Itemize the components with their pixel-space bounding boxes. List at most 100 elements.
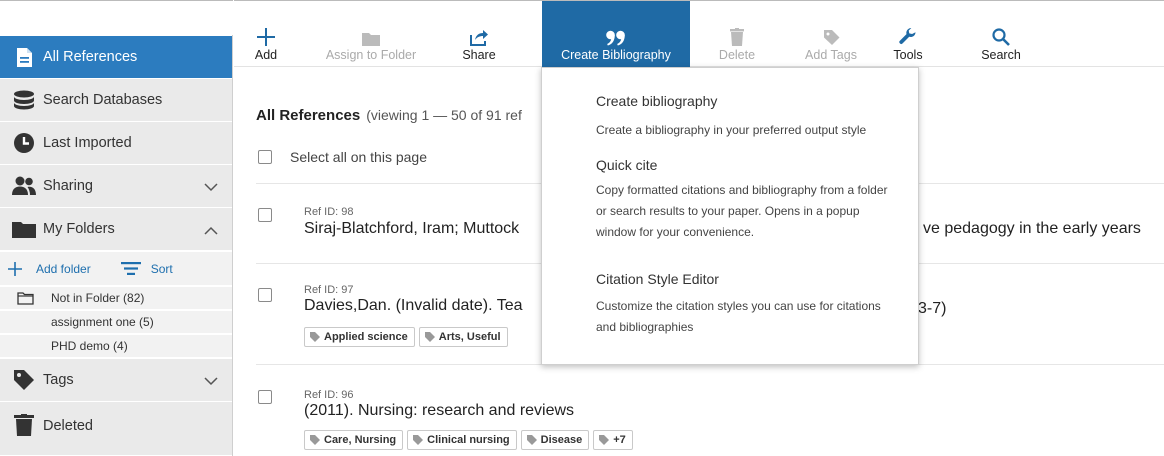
add-folder-label: Add folder (36, 261, 91, 276)
search-icon (992, 24, 1010, 46)
search-button[interactable]: Search (976, 1, 1026, 67)
folder-label: PHD demo (4) (51, 339, 128, 353)
tag-label: +7 (613, 434, 626, 446)
plus-icon (257, 24, 275, 46)
more-tags-chip[interactable]: +7 (593, 430, 633, 450)
menu-item-description: Customize the citation styles you can us… (596, 299, 881, 334)
create-bibliography-label: Create Bibliography (561, 48, 671, 62)
select-all-label[interactable]: Select all on this page (290, 149, 427, 165)
tag-list: Care, Nursing Clinical nursing Disease +… (304, 430, 633, 450)
tools-button[interactable]: Tools (888, 1, 928, 67)
share-button[interactable]: Share (456, 1, 502, 67)
sidebar-item-sharing[interactable]: Sharing (0, 165, 232, 208)
menu-item-title: Create bibliography (596, 93, 718, 109)
sidebar-item-tags[interactable]: Tags (0, 359, 232, 402)
tag-chip[interactable]: Clinical nursing (407, 430, 517, 450)
reference-checkbox[interactable] (258, 390, 272, 404)
sort-label: Sort (150, 261, 173, 276)
viewing-count: (viewing 1 — 50 of 91 ref (366, 107, 522, 123)
folder-item-phd-demo[interactable]: PHD demo (4) (0, 335, 232, 358)
sidebar-item-label: My Folders (43, 221, 115, 237)
delete-label: Delete (718, 48, 756, 62)
select-all-checkbox[interactable] (258, 150, 272, 164)
create-bibliography-menu: Create bibliography Create a bibliograph… (541, 67, 919, 365)
sidebar-item-label: Deleted (43, 418, 93, 434)
tag-chip[interactable]: Applied science (304, 327, 415, 347)
users-icon (9, 176, 39, 196)
folder-label: Not in Folder (82) (51, 291, 145, 305)
reference-title-tail[interactable]: 3-7) (918, 300, 946, 318)
sidebar-top-spacer (0, 0, 233, 35)
page-title: All References (viewing 1 — 50 of 91 ref (256, 107, 522, 124)
tag-chip[interactable]: Disease (520, 430, 590, 450)
add-tags-button[interactable]: Add Tags (796, 1, 866, 67)
add-label: Add (254, 48, 278, 62)
folder-item-not-in-folder[interactable]: Not in Folder (82) (0, 287, 232, 310)
share-label: Share (462, 48, 496, 62)
plus-icon (8, 261, 22, 276)
tag-icon (823, 24, 840, 46)
delete-button[interactable]: Delete (714, 1, 760, 67)
tag-label: Care, Nursing (324, 434, 397, 446)
sidebar-item-label: Last Imported (43, 135, 132, 151)
chevron-up-icon[interactable] (204, 222, 218, 240)
sidebar-item-deleted[interactable]: Deleted (0, 402, 232, 456)
tag-icon (599, 435, 610, 445)
clock-icon (9, 132, 39, 154)
tag-icon (413, 435, 424, 445)
document-icon (9, 47, 39, 68)
tag-label: Clinical nursing (427, 434, 510, 446)
assign-to-folder-label: Assign to Folder (325, 48, 417, 62)
reference-checkbox[interactable] (258, 208, 272, 222)
folder-icon (9, 220, 39, 238)
sidebar-item-label: Tags (43, 372, 74, 388)
tag-label: Arts, Useful (438, 331, 501, 343)
reference-checkbox[interactable] (258, 288, 272, 302)
database-icon (9, 90, 39, 110)
sidebar-item-my-folders[interactable]: My Folders (0, 208, 232, 251)
folder-outline-icon (17, 292, 34, 308)
tag-chip[interactable]: Arts, Useful (418, 327, 508, 347)
ref-id: Ref ID: 98 (304, 206, 354, 218)
wrench-icon (899, 24, 917, 46)
tag-icon (310, 332, 320, 342)
reference-title[interactable]: Siraj-Blatchford, Iram; Muttock (304, 220, 519, 238)
tag-icon (424, 332, 435, 342)
folder-item-assignment-one[interactable]: assignment one (5) (0, 311, 232, 334)
sidebar-item-all-references[interactable]: All References (0, 36, 232, 79)
tag-label: Applied science (324, 331, 408, 343)
share-icon (470, 24, 488, 46)
search-label: Search (981, 48, 1021, 62)
chevron-down-icon[interactable] (204, 373, 218, 391)
page-title-text: All References (256, 107, 361, 124)
create-bibliography-button[interactable]: Create Bibliography (542, 1, 690, 67)
tag-icon (526, 435, 537, 445)
reference-title[interactable]: (2011). Nursing: research and reviews (304, 402, 574, 420)
menu-item-description: Create a bibliography in your preferred … (596, 123, 867, 137)
add-tags-label: Add Tags (805, 48, 857, 62)
sort-button[interactable]: Sort (120, 261, 173, 276)
reference-title-tail[interactable]: ve pedagogy in the early years (923, 220, 1141, 238)
ref-id: Ref ID: 96 (304, 389, 354, 401)
folder-label: assignment one (5) (51, 315, 154, 329)
toolbar: Add Assign to Folder Share Create Biblio… (234, 0, 1164, 67)
sidebar-item-label: Search Databases (43, 92, 163, 108)
tag-chip[interactable]: Care, Nursing (304, 430, 404, 450)
tag-list: Applied science Arts, Useful (304, 327, 508, 347)
tools-label: Tools (893, 48, 923, 62)
sort-icon (120, 262, 141, 275)
chevron-down-icon[interactable] (204, 179, 218, 197)
sidebar-item-label: Sharing (43, 178, 93, 194)
add-button[interactable]: Add (248, 1, 284, 67)
assign-to-folder-button[interactable]: Assign to Folder (316, 1, 426, 67)
reference-title[interactable]: Davies,Dan. (Invalid date). Tea (304, 297, 522, 315)
tag-icon (310, 435, 320, 445)
trash-icon (730, 24, 744, 46)
add-folder-button[interactable]: Add folder (8, 261, 91, 276)
sidebar: All References Search Databases Last Imp… (0, 0, 233, 456)
quote-icon (606, 24, 626, 46)
ref-id: Ref ID: 97 (304, 284, 354, 296)
sidebar-item-search-databases[interactable]: Search Databases (0, 79, 232, 122)
sidebar-item-last-imported[interactable]: Last Imported (0, 122, 232, 165)
menu-item-title: Citation Style Editor (596, 271, 719, 287)
